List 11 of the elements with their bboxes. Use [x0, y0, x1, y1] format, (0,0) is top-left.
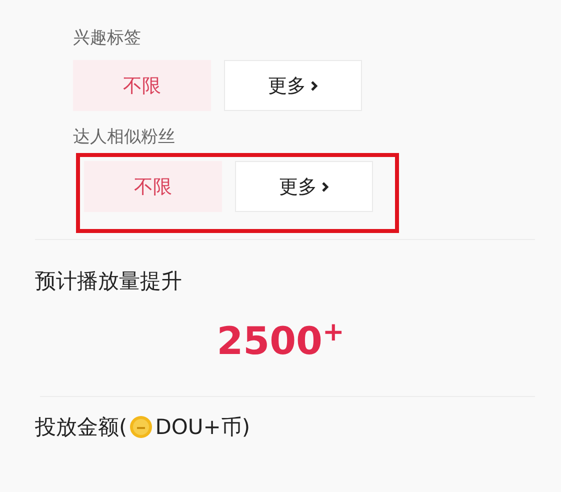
- option-button[interactable]: 不限: [84, 161, 222, 212]
- option-button[interactable]: 更多: [224, 60, 362, 111]
- coin-icon: [129, 415, 154, 439]
- section-label: 达人相似粉丝: [73, 126, 176, 149]
- budget-unit: DOU+币): [155, 414, 250, 441]
- estimate-value: 2500$^{+}$: [216, 316, 346, 365]
- section-title: 预计播放量提升: [34, 268, 183, 295]
- budget-label: 投放金额(: [35, 414, 128, 441]
- option-button[interactable]: 更多: [235, 161, 373, 212]
- section-label: 兴趣标签: [73, 27, 142, 50]
- option-button[interactable]: 不限: [73, 60, 211, 111]
